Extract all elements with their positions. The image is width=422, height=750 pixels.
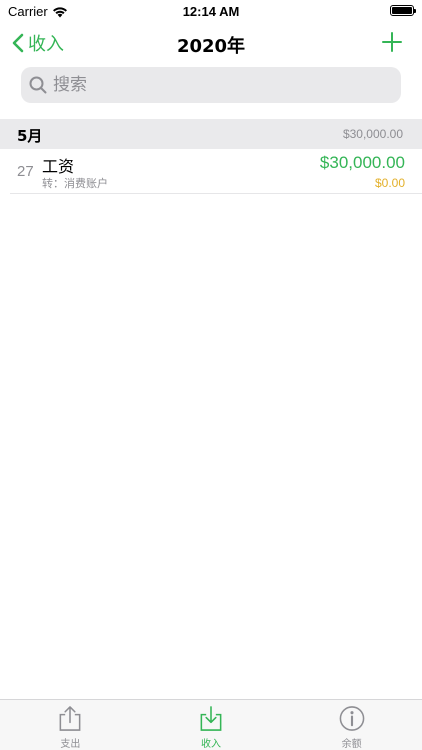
tab-balance-label: 余额 [341,739,362,750]
row-day: 27 [17,163,34,180]
section-header: 5月 $30,000.00 [0,119,422,149]
search-bar [21,67,401,103]
tab-expense-label: 支出 [60,739,81,750]
share-out-icon [59,706,81,731]
battery-icon [390,5,416,16]
tab-income-label: 收入 [201,739,221,750]
download-in-icon [200,706,222,731]
row-balance: $0.00 [374,176,405,190]
tab-bar: 支出 收入 余额 [0,699,422,750]
section-title: 5月 [17,127,43,145]
tab-expense[interactable]: 支出 [0,700,141,750]
status-time: 12:14 AM [182,4,240,19]
section-total: $30,000.00 [342,127,403,141]
row-divider [10,193,422,194]
row-subtitle: 转：消费账户 [42,177,108,190]
tab-income[interactable]: 收入 [141,700,282,750]
row-title: 工资 [42,157,75,176]
search-icon [29,76,47,94]
status-bar: Carrier 12:14 AM [0,0,422,22]
info-circle-icon [339,706,365,731]
transaction-row[interactable]: 27 工资 转：消费账户 $30,000.00 $0.00 [0,149,422,194]
row-amount: $30,000.00 [319,153,405,172]
tab-balance[interactable]: 余额 [281,700,422,750]
plus-icon [382,32,402,52]
add-button[interactable] [382,32,402,56]
nav-bar: 收入 2020年 [0,26,422,62]
search-input[interactable] [53,75,373,95]
page-title: 2020年 [176,36,246,57]
